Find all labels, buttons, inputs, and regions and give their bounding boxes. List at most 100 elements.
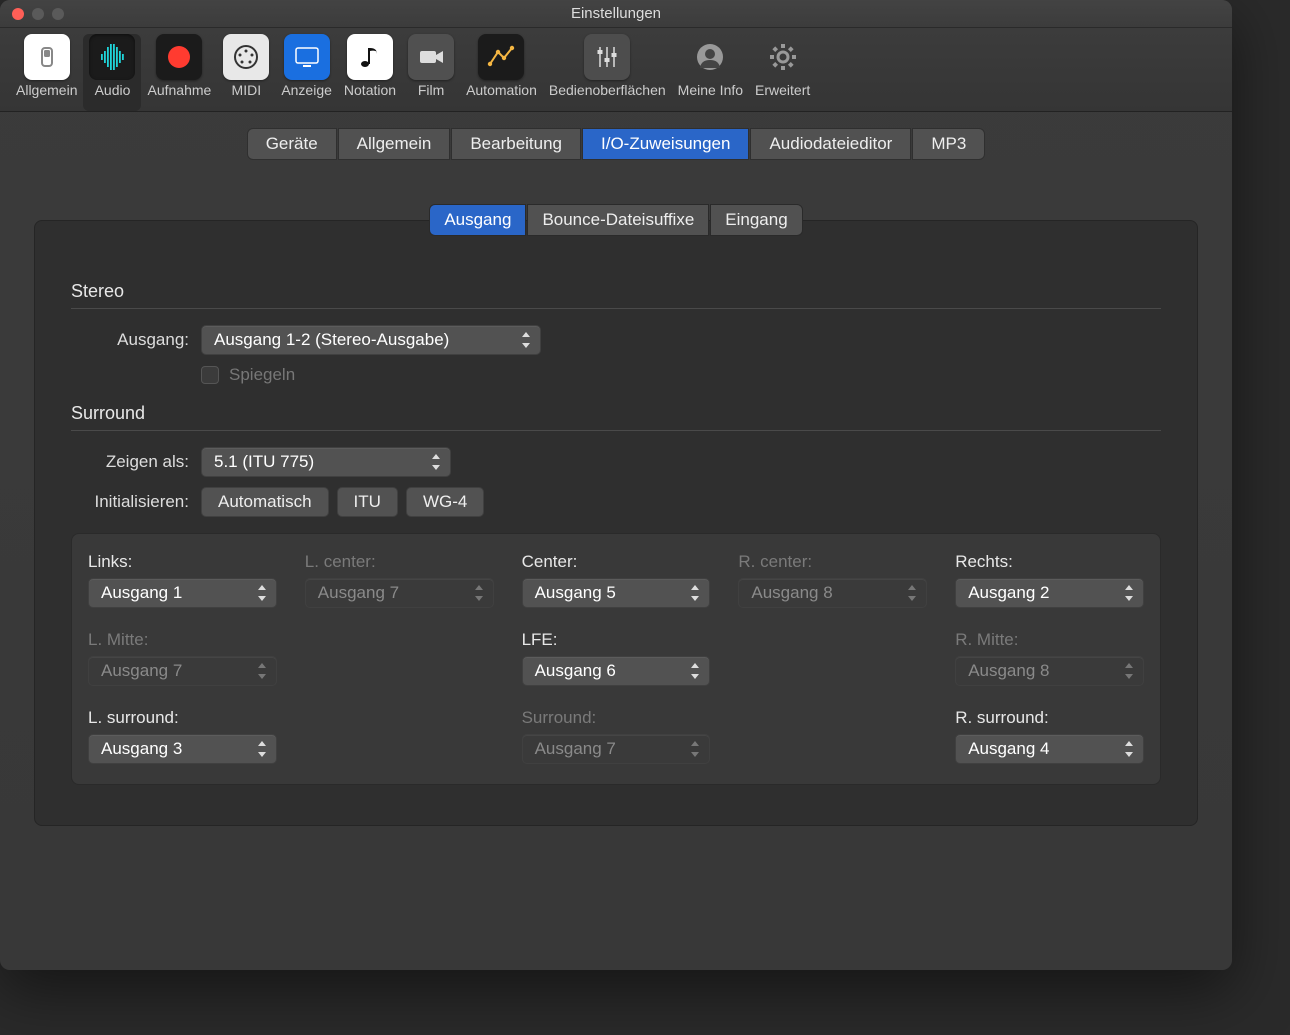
stereo-output-select[interactable]: Ausgang 1-2 (Stereo-Ausgabe)	[201, 325, 541, 355]
channel-value: Ausgang 7	[318, 583, 399, 603]
mirror-checkbox[interactable]	[201, 366, 219, 384]
updown-icon	[473, 584, 487, 602]
init-button-itu[interactable]: ITU	[337, 487, 398, 517]
window-title: Einstellungen	[0, 5, 1232, 22]
toolbar-item-meine info[interactable]: Meine Info	[672, 34, 749, 111]
toolbar-item-notation[interactable]: Notation	[338, 34, 402, 111]
subtab-bouncedateisuffixe[interactable]: Bounce-Dateisuffixe	[527, 204, 709, 236]
updown-icon	[689, 740, 703, 758]
updown-icon	[256, 740, 270, 758]
toolbar-item-bedienoberflächen[interactable]: Bedienoberflächen	[543, 34, 672, 111]
toolbar-label: Allgemein	[16, 82, 77, 98]
tab-mp3[interactable]: MP3	[912, 128, 985, 160]
subtab-ausgang[interactable]: Ausgang	[429, 204, 526, 236]
channel-select[interactable]: Ausgang 5	[522, 578, 711, 608]
updown-icon	[906, 584, 920, 602]
toolbar-label: Anzeige	[281, 82, 332, 98]
channel-value: Ausgang 8	[968, 661, 1049, 681]
minimize-button[interactable]	[32, 8, 44, 20]
channel-label: L. Mitte:	[88, 630, 277, 650]
toolbar-label: Notation	[344, 82, 396, 98]
updown-icon	[1123, 740, 1137, 758]
switch-icon	[24, 34, 70, 80]
toolbar-item-film[interactable]: Film	[402, 34, 460, 111]
init-button-wg4[interactable]: WG-4	[406, 487, 484, 517]
channel-value: Ausgang 1	[101, 583, 182, 603]
content-area: GeräteAllgemeinBearbeitungI/O-Zuweisunge…	[0, 112, 1232, 842]
maximize-button[interactable]	[52, 8, 64, 20]
updown-icon	[520, 331, 534, 349]
channel-label: Rechts:	[955, 552, 1144, 572]
channel-cell: L. surround: Ausgang 3	[88, 708, 277, 764]
midi-icon	[223, 34, 269, 80]
empty-cell	[305, 630, 494, 686]
channel-cell: L. center: Ausgang 7	[305, 552, 494, 608]
toolbar-item-erweitert[interactable]: Erweitert	[749, 34, 816, 111]
tab-iozuweisungen[interactable]: I/O-Zuweisungen	[582, 128, 749, 160]
channel-label: R. Mitte:	[955, 630, 1144, 650]
channel-value: Ausgang 7	[101, 661, 182, 681]
empty-cell	[738, 708, 927, 764]
show-as-label: Zeigen als:	[71, 452, 201, 472]
channel-value: Ausgang 8	[751, 583, 832, 603]
toolbar-item-allgemein[interactable]: Allgemein	[10, 34, 83, 111]
toolbar-label: Audio	[95, 82, 131, 98]
stereo-heading: Stereo	[71, 281, 1161, 309]
show-as-select[interactable]: 5.1 (ITU 775)	[201, 447, 451, 477]
display-icon	[284, 34, 330, 80]
sub-tabs: AusgangBounce-DateisuffixeEingang	[35, 204, 1197, 236]
toolbar-item-midi[interactable]: MIDI	[217, 34, 275, 111]
channel-label: Center:	[522, 552, 711, 572]
note-icon	[347, 34, 393, 80]
channel-value: Ausgang 4	[968, 739, 1049, 759]
faders-icon	[584, 34, 630, 80]
preferences-window: Einstellungen Allgemein Audio Aufnahme MIDI…	[0, 0, 1232, 970]
channel-value: Ausgang 5	[535, 583, 616, 603]
channel-label: L. center:	[305, 552, 494, 572]
init-button-automatisch[interactable]: Automatisch	[201, 487, 329, 517]
tab-bearbeitung[interactable]: Bearbeitung	[451, 128, 581, 160]
channel-label: Surround:	[522, 708, 711, 728]
channel-cell: R. surround: Ausgang 4	[955, 708, 1144, 764]
updown-icon	[256, 584, 270, 602]
channel-label: L. surround:	[88, 708, 277, 728]
channel-select: Ausgang 8	[955, 656, 1144, 686]
tab-gerte[interactable]: Geräte	[247, 128, 337, 160]
channel-select[interactable]: Ausgang 3	[88, 734, 277, 764]
toolbar-label: Erweitert	[755, 82, 810, 98]
toolbar-label: Film	[418, 82, 444, 98]
toolbar-item-automation[interactable]: Automation	[460, 34, 543, 111]
empty-cell	[305, 708, 494, 764]
tab-audiodateieditor[interactable]: Audiodateieditor	[750, 128, 911, 160]
channel-select: Ausgang 8	[738, 578, 927, 608]
channel-value: Ausgang 7	[535, 739, 616, 759]
user-icon	[687, 34, 733, 80]
close-button[interactable]	[12, 8, 24, 20]
channel-select[interactable]: Ausgang 4	[955, 734, 1144, 764]
channel-select[interactable]: Ausgang 1	[88, 578, 277, 608]
camera-icon	[408, 34, 454, 80]
channel-select: Ausgang 7	[88, 656, 277, 686]
tab-allgemein[interactable]: Allgemein	[338, 128, 451, 160]
channel-label: R. surround:	[955, 708, 1144, 728]
surround-heading: Surround	[71, 403, 1161, 431]
channel-select[interactable]: Ausgang 2	[955, 578, 1144, 608]
channel-select[interactable]: Ausgang 6	[522, 656, 711, 686]
toolbar-label: Aufnahme	[147, 82, 211, 98]
channel-label: LFE:	[522, 630, 711, 650]
toolbar-item-aufnahme[interactable]: Aufnahme	[141, 34, 217, 111]
channel-box: Links:Ausgang 1L. center:Ausgang 7Center…	[71, 533, 1161, 785]
toolbar-item-audio[interactable]: Audio	[83, 34, 141, 111]
channel-value: Ausgang 3	[101, 739, 182, 759]
toolbar-item-anzeige[interactable]: Anzeige	[275, 34, 338, 111]
channel-cell: R. center: Ausgang 8	[738, 552, 927, 608]
main-tabs: GeräteAllgemeinBearbeitungI/O-Zuweisunge…	[34, 128, 1198, 160]
mirror-label: Spiegeln	[229, 365, 295, 385]
init-label: Initialisieren:	[71, 492, 201, 512]
toolbar-label: Meine Info	[678, 82, 743, 98]
toolbar-label: Bedienoberflächen	[549, 82, 666, 98]
subtab-eingang[interactable]: Eingang	[710, 204, 802, 236]
toolbar-label: Automation	[466, 82, 537, 98]
updown-icon	[1123, 662, 1137, 680]
channel-label: R. center:	[738, 552, 927, 572]
